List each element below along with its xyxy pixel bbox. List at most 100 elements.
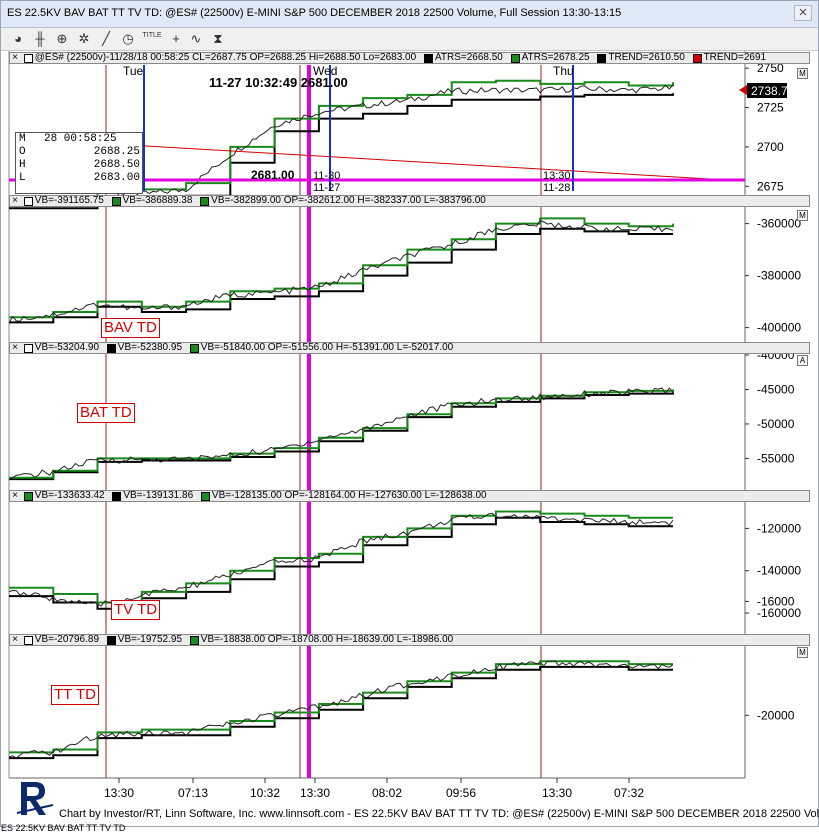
session-date-label: 11-28: [543, 182, 570, 194]
legend-text: VB=-52380.95: [117, 342, 182, 353]
axis-tick-label: -45000: [757, 382, 795, 396]
ohlc-open: 2688.25: [93, 146, 140, 158]
ohlc-key: M: [19, 133, 26, 145]
legend-swatch: [23, 636, 33, 645]
legend-text: VB=-19752.95: [117, 634, 182, 645]
trend-line: [60, 140, 746, 182]
bav-series-1: [9, 217, 674, 319]
time-axis-label: 07:32: [614, 786, 644, 800]
legend-text: VB=-53204.90: [34, 342, 99, 353]
bat-panel-label: BAT TD: [77, 403, 135, 423]
axis-tick-label: -20000: [757, 708, 795, 722]
legend-text: VB=-51840.00 OP=-51556.00 H=-51391.00 L=…: [200, 342, 454, 353]
last-price-arrow-icon: [739, 85, 747, 95]
session-time-label: 13:30: [543, 170, 571, 182]
cursor-price-label: 2681.00: [251, 168, 295, 182]
legend-text: ATRS=2678.25: [521, 52, 590, 63]
axis-tick-label: -360000: [757, 217, 801, 231]
bat-bar-trace: [8, 387, 674, 480]
legend-text: VB=-133633.42: [34, 490, 105, 501]
legend-text: @ES# (22500v)-11/28/18 00:58:25 CL=2687.…: [34, 52, 417, 63]
legend-swatch: [23, 492, 33, 501]
legend-swatch: [189, 344, 199, 353]
bav-legend: × VB=-391165.75 VB=-386889.38 VB=-382899…: [9, 195, 810, 207]
tt-panel-label: TT TD: [51, 685, 99, 705]
legend-close-icon[interactable]: ×: [10, 53, 20, 63]
legend-text: ATRS=2668.50: [434, 52, 503, 63]
legend-swatch: [112, 492, 122, 501]
ohlc-key: H: [19, 159, 26, 171]
tv-series-1: [9, 510, 673, 604]
ohlc-key: L: [19, 172, 26, 184]
time-axis-label: 13:30: [300, 786, 330, 800]
last-price-label: 2738.75: [751, 84, 795, 98]
legend-text: VB=-386889.38: [122, 195, 193, 206]
marker-date-label: 11-27: [313, 182, 340, 194]
time-axis-label: 09:56: [446, 786, 476, 800]
legend-text: VB=-382899.00 OP=-382612.00 H=-382337.00…: [211, 195, 486, 206]
panel-menu-button[interactable]: M: [797, 647, 808, 658]
legend-swatch: [200, 197, 210, 206]
tv-panel-label: TV TD: [111, 600, 161, 620]
ohlc-high: 2688.50: [93, 159, 140, 171]
legend-text: TREND=2610.50: [608, 52, 685, 63]
axis-tick-label: 2675: [757, 179, 784, 193]
legend-swatch: [106, 344, 116, 353]
bav-panel-label: BAV TD: [101, 318, 160, 338]
legend-close-icon[interactable]: ×: [10, 635, 20, 645]
legend-swatch: [111, 197, 121, 206]
legend-close-icon[interactable]: ×: [10, 491, 20, 501]
status-bar-text: Chart by Investor/RT, Linn Software, Inc…: [59, 808, 819, 820]
tt-legend: × VB=-20796.89 VB=-19752.95 VB=-18838.00…: [9, 634, 810, 646]
legend-text: VB=-391165.75: [34, 195, 104, 206]
day-label: Tue: [123, 64, 144, 78]
chart-tab[interactable]: ES 22.5KV BAV BAT TT TV TD: [1, 823, 125, 833]
panel-menu-button[interactable]: M: [797, 68, 808, 79]
bat-legend: × VB=-53204.90 VB=-52380.95 VB=-51840.00…: [9, 342, 810, 354]
legend-text: VB=-20796.89: [34, 634, 99, 645]
axis-tick-label: -140000: [757, 564, 801, 578]
time-axis-label: 13:30: [542, 786, 572, 800]
legend-text: VB=-128135.00 OP=-128164.00 H=-127630.00…: [211, 490, 487, 501]
tt-series-0: [9, 665, 673, 760]
axis-tick-label: -50000: [757, 417, 795, 431]
day-label: Thu: [553, 64, 574, 78]
axis-tick-label: -400000: [757, 321, 801, 335]
legend-swatch: [23, 344, 33, 353]
cursor-datetime-label: 11-27 10:32:49 2681.00: [209, 75, 348, 90]
legend-swatch: [189, 636, 199, 645]
legend-swatch: [692, 54, 702, 63]
legend-text: VB=-139131.86: [123, 490, 194, 501]
panel-menu-button[interactable]: M: [797, 210, 808, 221]
legend-swatch: [597, 54, 607, 63]
time-axis-label: 13:30: [104, 786, 134, 800]
ohlc-data-window[interactable]: M 28 00:58:25 O 2688.25 H 2688.50 L 2683.00: [15, 132, 143, 194]
legend-swatch: [200, 492, 210, 501]
ohlc-key: O: [19, 146, 26, 158]
legend-swatch: [510, 54, 520, 63]
legend-swatch: [23, 54, 33, 63]
axis-tick-label: 2700: [757, 140, 784, 154]
legend-text: VB=-18838.00 OP=-18708.00 H=-18639.00 L=…: [200, 634, 454, 645]
time-axis-label: 08:02: [372, 786, 402, 800]
app-window: ES 22.5KV BAV BAT TT TV TD: @ES# (22500v…: [0, 0, 819, 833]
legend-swatch: [423, 54, 433, 63]
tv-series-0: [9, 516, 673, 610]
legend-swatch: [23, 197, 33, 206]
ohlc-time: 28 00:58:25: [44, 133, 117, 145]
axis-tick-label: -380000: [757, 269, 801, 283]
marker-date-label: 11-30: [313, 170, 340, 182]
tv-legend: × VB=-133633.42 VB=-139131.86 VB=-128135…: [9, 490, 810, 502]
time-axis-label: 10:32: [250, 786, 280, 800]
investor-rt-logo: [16, 782, 54, 815]
axis-tick-label: -120000: [757, 521, 801, 535]
ohlc-low: 2683.00: [93, 172, 140, 184]
axis-tick-label: -55000: [757, 451, 795, 465]
legend-close-icon[interactable]: ×: [10, 343, 20, 353]
panel-menu-button[interactable]: A: [797, 355, 808, 366]
legend-close-icon[interactable]: ×: [10, 196, 20, 206]
axis-tick-label: -16000: [757, 594, 795, 608]
tv-bar-trace: [8, 512, 674, 607]
axis-tick-label: 2725: [757, 101, 784, 115]
time-axis-label: 07:13: [178, 786, 208, 800]
